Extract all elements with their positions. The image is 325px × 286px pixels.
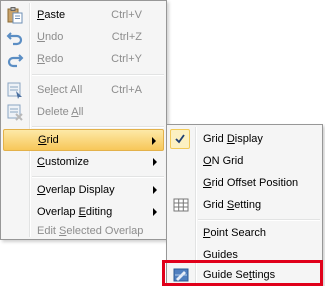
menu-item-grid-offset-position[interactable]: Grid Offset Position (169, 172, 320, 194)
menu-separator (32, 126, 164, 128)
menu-item-label: ON Grid (203, 155, 244, 167)
menu-item-label: Grid Setting (203, 199, 262, 211)
menu-item-label: Point Search (203, 227, 266, 239)
menu-item-paste[interactable]: Paste Ctrl+V (3, 4, 164, 26)
menu-separator (198, 219, 320, 221)
submenu-arrow-icon (152, 137, 156, 145)
menu-item-undo[interactable]: Undo Ctrl+Z (3, 26, 164, 48)
menu-item-select-all[interactable]: Select All Ctrl+A (3, 79, 164, 101)
shortcut-text: Ctrl+A (111, 84, 142, 96)
shortcut-text: Ctrl+Y (111, 53, 142, 65)
menu-item-label: Grid Offset Position (203, 177, 299, 189)
menu-item-label: Guide Settings (203, 269, 276, 281)
menu-item-on-grid[interactable]: ON Grid (169, 150, 320, 172)
menu-item-label: Redo (37, 53, 64, 65)
menu-item-point-search[interactable]: Point Search (169, 222, 320, 244)
menu-item-guides[interactable]: Guides (169, 244, 320, 266)
menu-item-label: Select All (37, 84, 83, 96)
context-menu: Paste Ctrl+V Undo Ctrl+Z Redo Ctrl+Y Sel… (0, 0, 167, 240)
menu-item-guide-settings[interactable]: Guide Settings (169, 264, 320, 286)
menu-item-label: Guides (203, 249, 238, 261)
shortcut-text: Ctrl+Z (111, 31, 142, 43)
menu-separator (32, 176, 164, 178)
submenu-arrow-icon (153, 186, 157, 194)
menu-item-label: Paste (37, 9, 66, 21)
menu-item-overlap-editing[interactable]: Overlap Editing (3, 201, 164, 223)
paste-icon (6, 6, 24, 24)
menu-item-edit-selected-overlap[interactable]: Edit Selected Overlap (3, 223, 164, 239)
submenu-arrow-icon (153, 208, 157, 216)
submenu-arrow-icon (153, 158, 157, 166)
checkmark-icon (170, 129, 190, 149)
guide-settings-icon (172, 266, 190, 284)
menu-item-grid-display[interactable]: Grid Display (169, 128, 320, 150)
delete-all-icon (6, 103, 24, 121)
menu-separator (32, 74, 164, 76)
menu-item-customize[interactable]: Customize (3, 151, 164, 173)
undo-icon (6, 28, 24, 46)
menu-item-label: Delete All (37, 106, 84, 118)
grid-submenu: Grid Display ON Grid Grid Offset Positio… (166, 124, 323, 286)
grid-icon (172, 196, 190, 214)
redo-icon (6, 50, 24, 68)
menu-item-label: Grid Display (203, 133, 263, 145)
shortcut-text: Ctrl+V (111, 9, 142, 21)
menu-item-grid[interactable]: Grid (3, 129, 164, 151)
menu-item-overlap-display[interactable]: Overlap Display (3, 179, 164, 201)
menu-item-label: Customize (37, 156, 89, 168)
menu-item-label: Grid (38, 134, 59, 146)
menu-item-label: Overlap Editing (37, 206, 113, 218)
menu-item-label: Undo (37, 31, 64, 43)
menu-item-redo[interactable]: Redo Ctrl+Y (3, 48, 164, 70)
menu-item-delete-all[interactable]: Delete All (3, 101, 164, 123)
menu-item-label: Edit Selected Overlap (37, 225, 144, 237)
menu-item-grid-setting[interactable]: Grid Setting (169, 194, 320, 216)
select-all-icon (6, 81, 24, 99)
menu-item-label: Overlap Display (37, 184, 115, 196)
